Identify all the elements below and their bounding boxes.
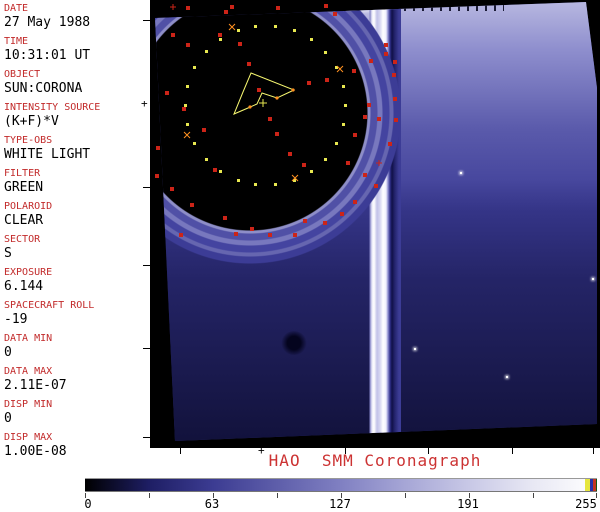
- field-value: SUN:CORONA: [4, 81, 83, 96]
- field-value: (K+F)*V: [4, 114, 59, 129]
- polygon-accent: [248, 105, 252, 109]
- field-label: EXPOSURE: [4, 267, 53, 278]
- x-marker: [336, 65, 344, 73]
- axis-tick-left: [143, 20, 150, 21]
- x-marker: [291, 174, 299, 182]
- polygon-accent: [291, 88, 295, 92]
- field-value: 0: [4, 411, 12, 426]
- calibration-polygon: [233, 72, 296, 115]
- vector-overlay: [170, 4, 382, 182]
- colorbar-label: 0: [84, 497, 92, 511]
- colorbar-label: 191: [457, 497, 479, 511]
- coronagraph-viewer-window: DATE 27 May 1988 TIME 10:31:01 UT OBJECT SUN:…: [0, 0, 600, 512]
- field-label: SECTOR: [4, 234, 41, 245]
- sidebar-field: OBJECT SUN:CORONA: [4, 68, 148, 101]
- colorbar-tick: [149, 493, 150, 498]
- sidebar-field: DATE 27 May 1988: [4, 2, 148, 35]
- field-value: 27 May 1988: [4, 15, 91, 30]
- coronagraph-image-area: [150, 0, 600, 448]
- colorbar-label: 63: [204, 497, 220, 511]
- axis-tick-left: [143, 265, 150, 266]
- colorbar-stripe: [596, 479, 597, 491]
- sidebar-field: TYPE-OBS WHITE LIGHT: [4, 134, 148, 167]
- sun-center-cross: [259, 99, 267, 107]
- x-marker: [228, 23, 236, 31]
- x-marker: [183, 131, 191, 139]
- field-value: 10:31:01 UT: [4, 48, 91, 63]
- sidebar-field: DISP MAX 1.00E-08: [4, 431, 148, 464]
- field-value: S: [4, 246, 12, 261]
- plus-marker: [376, 160, 382, 166]
- field-value: 6.144: [4, 279, 44, 294]
- field-value: WHITE LIGHT: [4, 147, 91, 162]
- sidebar-field: SPACECRAFT ROLL -19: [4, 299, 148, 332]
- field-label: DATA MIN: [4, 333, 53, 344]
- field-value: GREEN: [4, 180, 44, 195]
- field-label: DISP MAX: [4, 432, 53, 443]
- field-label: FILTER: [4, 168, 41, 179]
- field-label: INTENSITY SOURCE: [4, 102, 101, 113]
- colorbar-tick: [533, 493, 534, 498]
- field-label: DATE: [4, 3, 29, 14]
- field-label: TYPE-OBS: [4, 135, 53, 146]
- field-value: -19: [4, 312, 28, 327]
- sidebar-field: DISP MIN 0: [4, 398, 148, 431]
- metadata-sidebar: DATE 27 May 1988 TIME 10:31:01 UT OBJECT SUN:…: [0, 0, 150, 459]
- sidebar-field: DATA MIN 0: [4, 332, 148, 365]
- field-value: 1.00E-08: [4, 444, 67, 459]
- sidebar-field: SECTOR S: [4, 233, 148, 266]
- colorbar: [85, 478, 597, 492]
- axis-tick-left: [143, 348, 150, 349]
- sidebar-field: INTENSITY SOURCE (K+F)*V: [4, 101, 148, 134]
- sidebar-field: FILTER GREEN: [4, 167, 148, 200]
- field-label: DATA MAX: [4, 366, 53, 377]
- field-label: POLAROID: [4, 201, 53, 212]
- field-label: SPACECRAFT ROLL: [4, 300, 95, 311]
- field-label: DISP MIN: [4, 399, 53, 410]
- polygon-accent: [275, 96, 279, 100]
- plus-marker: [170, 4, 176, 10]
- sidebar-field: TIME 10:31:01 UT: [4, 35, 148, 68]
- field-label: OBJECT: [4, 69, 41, 80]
- colorbar-label: 255: [575, 497, 597, 511]
- colorbar-tick: [277, 493, 278, 498]
- image-title: HAO SMM Coronagraph: [268, 451, 482, 470]
- field-label: TIME: [4, 36, 29, 47]
- axis-tick-left: [143, 437, 150, 438]
- sidebar-field: DATA MAX 2.11E-07: [4, 365, 148, 398]
- field-value: CLEAR: [4, 213, 44, 228]
- sidebar-field: EXPOSURE 6.144: [4, 266, 148, 299]
- sun-center-tick-left: +: [141, 97, 148, 110]
- colorbar-tick: [405, 493, 406, 498]
- field-value: 0: [4, 345, 12, 360]
- axis-tick-left: [143, 187, 150, 188]
- colorbar-label: 127: [329, 497, 351, 511]
- sidebar-field: POLAROID CLEAR: [4, 200, 148, 233]
- field-value: 2.11E-07: [4, 378, 67, 393]
